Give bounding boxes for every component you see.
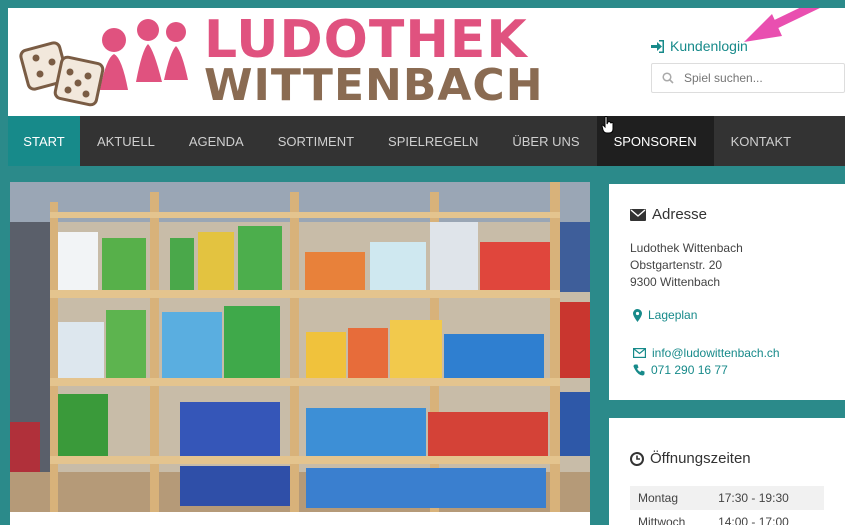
address-card: Adresse Ludothek Wittenbach Obstgartenst… [609, 184, 845, 400]
phone-link[interactable]: 071 290 16 77 [633, 363, 728, 377]
table-row: Mittwoch 14:00 - 17:00 [630, 510, 824, 525]
envelope-outline-icon [633, 348, 646, 358]
nav-item-spielregeln[interactable]: Spielregeln [371, 116, 495, 166]
nav-item-sortiment[interactable]: Sortiment [261, 116, 371, 166]
logo-title-ludothek: LUDOTHEK [204, 10, 528, 70]
address-heading: Adresse [630, 206, 707, 223]
pink-arrow-annotation [744, 8, 821, 42]
opening-hours-table: Montag 17:30 - 19:30 Mittwoch 14:00 - 17… [630, 486, 824, 525]
phone-icon [633, 364, 645, 376]
table-row: Montag 17:30 - 19:30 [630, 486, 824, 510]
search-icon [662, 72, 674, 84]
opening-hours-title: Öffnungszeiten [650, 450, 751, 467]
opening-hours-heading: Öffnungszeiten [630, 450, 751, 467]
map-marker-icon [633, 308, 642, 322]
nav-item-kontakt[interactable]: Kontakt [714, 116, 808, 166]
logo-title-wittenbach: WITTENBACH [204, 60, 544, 111]
site-logo[interactable]: LUDOTHEK WITTENBACH [16, 10, 543, 110]
map-link[interactable]: Lageplan [633, 308, 697, 322]
hand-cursor-icon [601, 116, 614, 134]
dice-and-pawns-icon [19, 19, 188, 107]
main-navigation: Start Aktuell Agenda Sortiment Spielrege… [8, 116, 845, 166]
opening-hours-card: Öffnungszeiten Montag 17:30 - 19:30 Mitt… [609, 418, 845, 525]
game-search-input[interactable] [682, 70, 836, 86]
hours-time: 14:00 - 17:00 [718, 515, 789, 525]
hours-time: 17:30 - 19:30 [710, 486, 824, 510]
game-search-box[interactable] [651, 63, 845, 93]
nav-item-agenda[interactable]: Agenda [172, 116, 261, 166]
address-line-street: Obstgartenstr. 20 [630, 258, 723, 272]
email-address: info@ludowittenbach.ch [652, 346, 780, 360]
envelope-icon [630, 208, 646, 221]
shelf-photo [10, 182, 590, 512]
customer-login-link[interactable]: Kundenlogin [651, 38, 748, 54]
address-title: Adresse [652, 206, 708, 223]
nav-item-aktuell[interactable]: Aktuell [80, 116, 172, 166]
hours-day: Mittwoch [638, 515, 686, 525]
site-header: LUDOTHEK WITTENBACH Kundenlogin [8, 8, 845, 116]
photo-caption-bar [10, 512, 590, 525]
map-link-label: Lageplan [648, 308, 698, 322]
nav-item-start[interactable]: Start [8, 116, 80, 166]
phone-number: 071 290 16 77 [651, 363, 728, 377]
address-lines: Ludothek Wittenbach Obstgartenstr. 20 93… [630, 240, 743, 291]
nav-item-ueber-uns[interactable]: Über uns [495, 116, 596, 166]
page-frame: LUDOTHEK WITTENBACH Kundenlogin Start Ak… [8, 8, 845, 525]
email-link[interactable]: info@ludowittenbach.ch [633, 346, 780, 360]
clock-icon [630, 451, 644, 466]
sign-in-icon [651, 39, 664, 53]
address-line-name: Ludothek Wittenbach [630, 241, 743, 255]
address-line-city: 9300 Wittenbach [630, 275, 721, 289]
hours-day: Montag [630, 486, 711, 510]
